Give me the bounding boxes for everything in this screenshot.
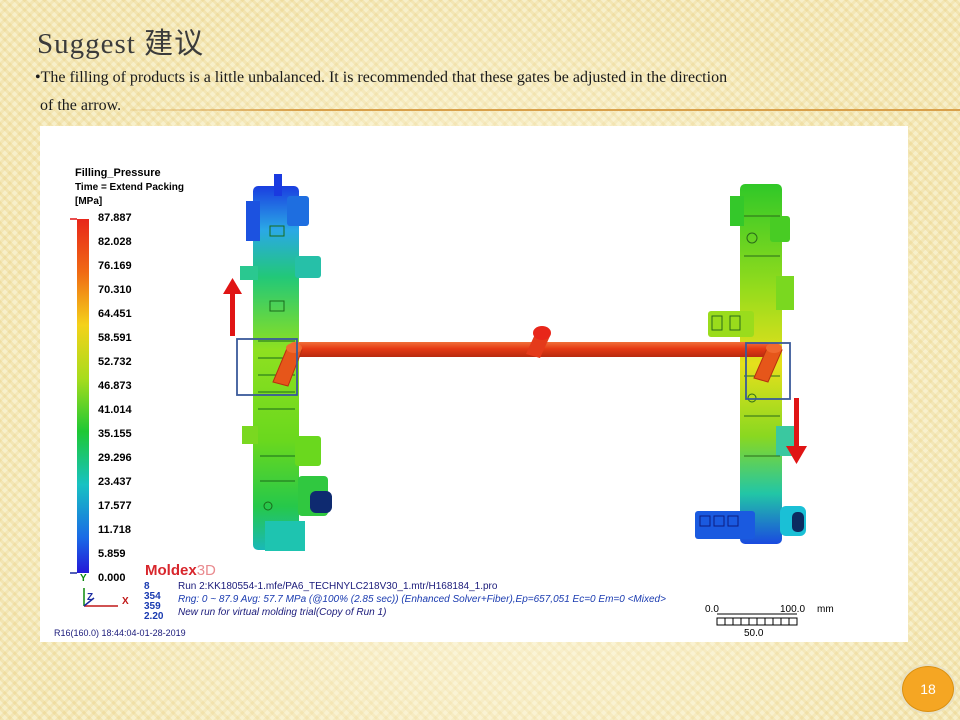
scale-bar <box>716 613 798 626</box>
legend-tick: 58.591 <box>98 332 132 344</box>
legend-time: Time = Extend Packing <box>75 182 185 193</box>
page-number-badge: 18 <box>900 664 956 714</box>
bullet-line-1: •The filling of products is a little unb… <box>35 69 728 86</box>
axis-x-label: X <box>122 596 129 607</box>
bullet-line-2: of the arrow. <box>40 97 122 114</box>
legend-tick: 5.859 <box>98 548 126 560</box>
legend-tick: 46.873 <box>98 380 132 392</box>
legend-tick: 64.451 <box>98 308 132 320</box>
legend-tick: 35.155 <box>98 428 132 440</box>
axis-y-label: Y <box>80 573 87 584</box>
run-range-line: Rng: 0 ~ 87.9 Avg: 57.7 MPa (@100% (2.85… <box>178 594 666 605</box>
run-timestamp: R16(160.0) 18:44:04-01-28-2019 <box>54 628 186 638</box>
moldex-name: Moldex <box>145 562 197 579</box>
legend-tick: 87.887 <box>98 212 132 224</box>
runner-system <box>272 326 783 387</box>
moldex-suffix: 3D <box>196 562 216 579</box>
run-file-line: Run 2:KK180554-1.mfe/PA6_TECHNYLC218V30_… <box>178 581 498 592</box>
legend-tick: 41.014 <box>98 404 132 416</box>
legend-tick: 17.577 <box>98 500 132 512</box>
title-divider <box>130 109 960 111</box>
scale-unit: mm <box>817 604 834 615</box>
legend-tick: 70.310 <box>98 284 132 296</box>
run-note-line: New run for virtual molding trial(Copy o… <box>178 607 387 618</box>
legend-tick: 0.000 <box>98 572 126 584</box>
run-number-4: 2.20 <box>144 611 164 622</box>
legend-tick: 11.718 <box>98 524 132 536</box>
scale-mid: 50.0 <box>744 628 764 639</box>
legend-unit: [MPa] <box>75 196 103 207</box>
bullet-text: •The filling of products is a little unb… <box>35 64 875 120</box>
legend-tick: 82.028 <box>98 236 132 248</box>
legend-title: Filling_Pressure <box>75 167 161 179</box>
axis-z-label: Z <box>87 592 94 603</box>
moldex-logo: Moldex3D <box>145 562 216 579</box>
legend-tick: 23.437 <box>98 476 132 488</box>
simulation-result-panel: Filling_Pressure Time = Extend Packing [… <box>40 126 908 642</box>
legend-tick: 29.296 <box>98 452 132 464</box>
scale-end: 100.0 <box>780 604 806 615</box>
arrow-up-icon <box>223 278 242 336</box>
legend-color-bar <box>77 219 89 573</box>
slide-title: Suggest 建议 <box>37 28 205 60</box>
scale-start: 0.0 <box>705 604 719 615</box>
legend-tick: 76.169 <box>98 260 132 272</box>
legend-tick: 52.732 <box>98 356 132 368</box>
